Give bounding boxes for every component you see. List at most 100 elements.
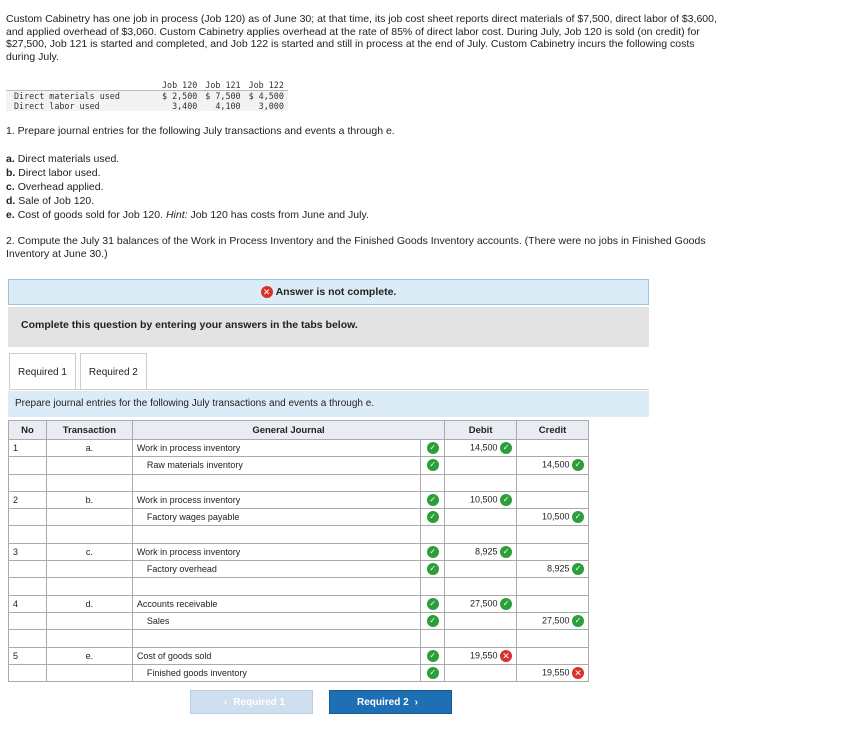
checkmark-icon: ✓ [426, 563, 439, 576]
checkmark-icon: ✓ [500, 494, 513, 507]
checkmark-icon: ✓ [426, 494, 439, 507]
journal-row-debit: 3 c. Work in process inventory ✓ 8,925 ✓ [8, 542, 589, 562]
tab-bar: Required 1 Required 2 [9, 353, 151, 390]
checkmark-icon: ✓ [426, 545, 439, 558]
list-item: a. Direct materials used. [6, 153, 120, 165]
journal-row-blank [8, 629, 589, 648]
journal-row-credit: Factory wages payable ✓ 10,500 ✓ [8, 508, 589, 527]
account-field[interactable]: Cost of goods sold [131, 646, 422, 665]
debit-field[interactable] [444, 663, 518, 683]
entry-number: 4 [8, 594, 47, 613]
transaction-letter: c. [45, 542, 133, 562]
error-icon: ✕ [260, 286, 273, 298]
error-icon: ✕ [572, 667, 584, 679]
debit-field[interactable] [444, 456, 518, 475]
entry-number: 5 [8, 646, 47, 665]
list-item: b. Direct labor used. [6, 167, 101, 179]
checkmark-icon: ✓ [426, 597, 439, 610]
checkmark-icon: ✓ [572, 459, 584, 472]
credit-field[interactable]: 14,500 [542, 460, 570, 470]
journal-row-credit: Finished goods inventory ✓ 19,550 ✕ [8, 663, 589, 683]
error-icon: ✕ [500, 649, 513, 662]
checkmark-icon: ✓ [426, 442, 439, 455]
chevron-left-icon: ‹ [223, 696, 228, 708]
entry-number: 2 [8, 490, 47, 510]
transaction-letter: b. [45, 490, 133, 510]
checkmark-icon: ✓ [572, 511, 584, 524]
checkmark-icon: ✓ [426, 615, 439, 628]
checkmark-icon: ✓ [426, 459, 439, 472]
journal-row-credit: Sales ✓ 27,500 ✓ [8, 611, 589, 631]
transaction-letter: e. [45, 646, 133, 665]
transaction-letter: d. [45, 594, 133, 613]
cost-header: Job 120 [158, 80, 202, 91]
account-field[interactable]: Work in process inventory [131, 542, 422, 562]
account-field[interactable]: Factory overhead [137, 564, 217, 574]
checkmark-icon: ✓ [426, 511, 439, 524]
debit-field[interactable]: 14,500 [470, 443, 498, 453]
account-field[interactable]: Raw materials inventory [137, 460, 243, 470]
tab-required-1[interactable]: Required 1 [9, 353, 76, 390]
account-field[interactable]: Work in process inventory [131, 438, 422, 458]
cost-header: Job 122 [244, 80, 288, 91]
debit-field[interactable]: 19,550 [470, 650, 498, 660]
cost-table: Job 120 Job 121 Job 122 Direct materials… [6, 80, 288, 111]
prev-button[interactable]: ‹ Required 1 [190, 690, 313, 714]
journal-row-debit: 4 d. Accounts receivable ✓ 27,500 ✓ [8, 594, 589, 613]
journal-row-debit: 2 b. Work in process inventory ✓ 10,500 ✓ [8, 490, 589, 510]
col-header-transaction: Transaction [45, 420, 133, 440]
account-field[interactable]: Factory wages payable [137, 512, 240, 522]
transaction-letter: a. [45, 438, 133, 458]
entry-number: 3 [8, 542, 47, 562]
credit-field[interactable]: 10,500 [542, 512, 570, 522]
credit-field[interactable] [516, 490, 589, 510]
checkmark-icon: ✓ [500, 545, 513, 558]
next-button[interactable]: Required 2 › [329, 690, 452, 714]
account-field[interactable]: Accounts receivable [131, 594, 422, 613]
debit-field[interactable]: 10,500 [470, 494, 498, 504]
account-field[interactable]: Work in process inventory [131, 490, 422, 510]
question-2: 2. Compute the July 31 balances of the W… [6, 235, 706, 260]
problem-intro: Custom Cabinetry has one job in process … [6, 13, 717, 63]
credit-field[interactable]: 27,500 [542, 615, 570, 625]
credit-field[interactable] [516, 594, 589, 613]
debit-field[interactable]: 27,500 [470, 598, 498, 608]
journal-row-credit: Factory overhead ✓ 8,925 ✓ [8, 560, 589, 579]
tab-divider [9, 389, 649, 390]
checkmark-icon: ✓ [426, 667, 439, 679]
chevron-right-icon: › [414, 696, 419, 708]
journal-row-credit: Raw materials inventory ✓ 14,500 ✓ [8, 456, 589, 475]
col-header-credit: Credit [516, 420, 589, 440]
journal-row-debit: 5 e. Cost of goods sold ✓ 19,550 ✕ [8, 646, 589, 665]
account-field[interactable]: Sales [137, 616, 170, 626]
credit-field[interactable]: 8,925 [547, 564, 570, 574]
status-banner: ✕ Answer is not complete. [8, 279, 649, 305]
checkmark-icon: ✓ [500, 597, 513, 610]
checkmark-icon: ✓ [572, 563, 584, 576]
col-header-no: No [8, 420, 47, 440]
credit-field[interactable] [516, 542, 589, 562]
debit-field[interactable] [444, 560, 518, 579]
credit-field[interactable]: 19,550 [542, 667, 570, 677]
debit-field[interactable]: 8,925 [475, 546, 498, 556]
debit-field[interactable] [444, 508, 518, 527]
list-item: e. Cost of goods sold for Job 120. Hint:… [6, 209, 369, 221]
credit-field[interactable] [516, 646, 589, 665]
tab-instructions: Prepare journal entries for the followin… [8, 391, 649, 417]
list-item: c. Overhead applied. [6, 181, 104, 193]
journal-row-blank [8, 525, 589, 544]
credit-field[interactable] [516, 438, 589, 458]
tab-required-2[interactable]: Required 2 [79, 353, 147, 390]
checkmark-icon: ✓ [500, 442, 513, 455]
transaction-list: a. Direct materials used. b. Direct labo… [6, 152, 369, 222]
instructions-panel: Complete this question by entering your … [8, 307, 649, 347]
journal-row-debit: 1 a. Work in process inventory ✓ 14,500 ✓ [8, 438, 589, 458]
debit-field[interactable] [444, 611, 518, 631]
cost-row: Direct labor used 3,400 4,100 3,000 [6, 101, 288, 111]
list-item: d. Sale of Job 120. [6, 195, 95, 207]
col-header-debit: Debit [444, 420, 518, 440]
col-header-general-journal: General Journal [131, 420, 446, 440]
journal-row-blank [8, 577, 589, 596]
entry-number: 1 [8, 438, 47, 458]
account-field[interactable]: Finished goods inventory [137, 668, 247, 678]
